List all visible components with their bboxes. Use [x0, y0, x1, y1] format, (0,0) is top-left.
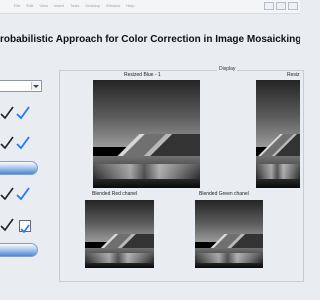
check-icon: [0, 106, 14, 120]
menu-item-insert[interactable]: Insert: [54, 2, 64, 10]
tick-icon: [16, 106, 30, 120]
menu-bar: File Edit View Insert Tools Desktop Wind…: [14, 2, 134, 10]
menu-item-file[interactable]: File: [14, 2, 20, 10]
blended-green-image: [195, 200, 263, 268]
method-select[interactable]: [0, 80, 42, 92]
resized-blue-image: [93, 80, 200, 188]
window-controls: [264, 2, 298, 10]
chevron-down-icon: [31, 82, 40, 90]
menu-item-edit[interactable]: Edit: [26, 2, 33, 10]
menu-item-desktop[interactable]: Desktop: [85, 2, 100, 10]
menu-item-window[interactable]: Window: [106, 2, 120, 10]
check-icon: [0, 136, 14, 150]
blended-red-image: [85, 200, 154, 268]
blended-red-label: Blended Red chanel: [92, 191, 138, 197]
resized-right-image: [256, 80, 300, 188]
minimize-icon[interactable]: [264, 2, 274, 10]
menu-item-tools[interactable]: Tools: [70, 2, 79, 10]
check-icon: [0, 218, 14, 232]
blended-green-label: Blended Green chanel: [199, 191, 249, 197]
pill-button-icon[interactable]: [0, 243, 38, 257]
menu-item-help[interactable]: Help: [126, 2, 134, 10]
tick-icon: [16, 187, 30, 201]
toolbar: File Edit View Insert Tools Desktop Wind…: [0, 0, 300, 14]
close-icon[interactable]: [288, 2, 298, 10]
menu-item-view[interactable]: View: [39, 2, 48, 10]
controls-panel: [0, 72, 48, 282]
page-title: robabilistic Approach for Color Correcti…: [0, 34, 300, 45]
checkbox-icon[interactable]: [19, 220, 31, 234]
resized-blue-label: Resized Blue - 1: [124, 72, 161, 78]
pill-button-icon[interactable]: [0, 161, 38, 175]
maximize-icon[interactable]: [276, 2, 286, 10]
tick-icon: [16, 136, 30, 150]
check-icon: [0, 187, 14, 201]
resized-right-label: Resiz: [287, 72, 300, 78]
display-label: Display: [217, 66, 238, 72]
